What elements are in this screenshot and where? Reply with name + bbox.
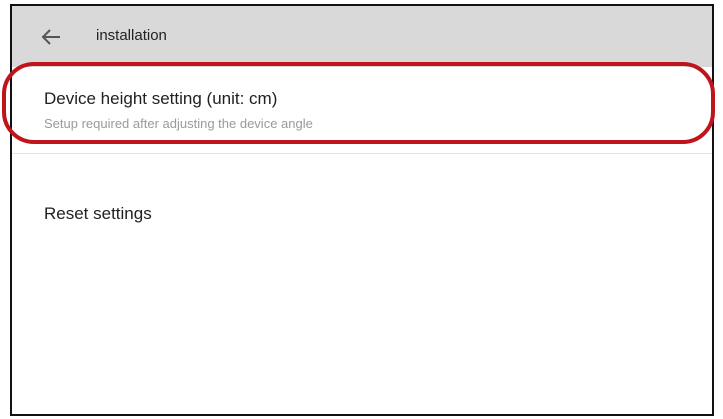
arrow-left-icon [41,29,60,45]
device-height-setting-subtitle: Setup required after adjusting the devic… [44,116,313,131]
device-height-setting-item[interactable]: Device height setting (unit: cm) Setup r… [12,68,712,150]
reset-settings-title: Reset settings [44,204,152,223]
app-bar: installation [12,6,712,67]
back-button[interactable] [36,22,66,52]
reset-settings-item[interactable]: Reset settings [12,186,712,246]
list-divider [12,153,712,154]
app-screen: installation Device height setting (unit… [10,4,714,416]
device-height-setting-title: Device height setting (unit: cm) [44,89,278,108]
page-title: installation [96,27,167,44]
